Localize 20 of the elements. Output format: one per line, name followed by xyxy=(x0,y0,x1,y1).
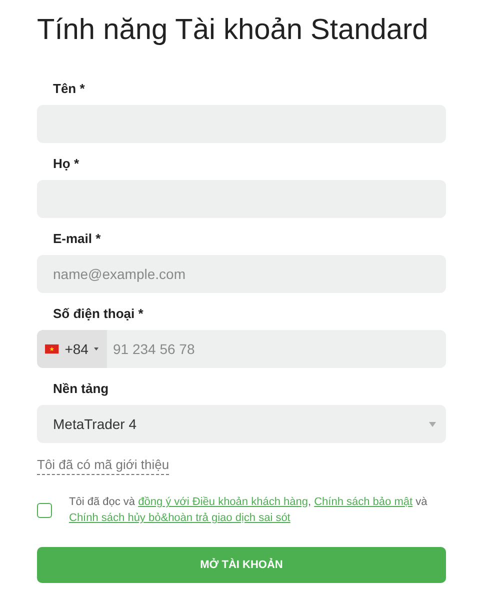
terms-link[interactable]: đồng ý với Điều khoản khách hàng xyxy=(138,496,308,508)
caret-icon xyxy=(429,422,436,426)
caret-icon xyxy=(94,347,99,351)
field-label: Tên * xyxy=(53,81,86,96)
checkbox[interactable] xyxy=(37,503,52,518)
country-code-selector[interactable]: +84 xyxy=(37,330,107,368)
terms-link[interactable]: Chính sách hủy bỏ&hoàn trả giao dịch sai sót xyxy=(69,512,290,524)
field-label: E-mail * xyxy=(53,231,102,246)
flag-icon xyxy=(45,343,59,355)
platform-select[interactable]: MetaTrader 4 xyxy=(37,405,446,443)
consent-text: Tôi đã đọc và đồng ý với Điều khoản khách hàng, Chính sách bảo mật và Chính sách hủy bỏ&hoàn trả giao dịch sai sót xyxy=(69,495,428,526)
page-title: Tính năng Tài khoản Standard xyxy=(37,13,430,48)
open-account-button[interactable]: MỞ TÀI KHOẢN xyxy=(37,547,446,583)
field-label: Số điện thoại * xyxy=(53,306,144,321)
field-label: Họ * xyxy=(53,156,80,171)
input-field[interactable]: name@example.com xyxy=(37,255,446,293)
field-label: Nền tảng xyxy=(53,381,110,396)
phone-field[interactable]: +84 91 234 56 78 xyxy=(37,330,446,368)
terms-link[interactable]: Chính sách bảo mật xyxy=(314,496,413,508)
referral-code-link[interactable]: Tôi đã có mã giới thiệu xyxy=(37,457,170,475)
